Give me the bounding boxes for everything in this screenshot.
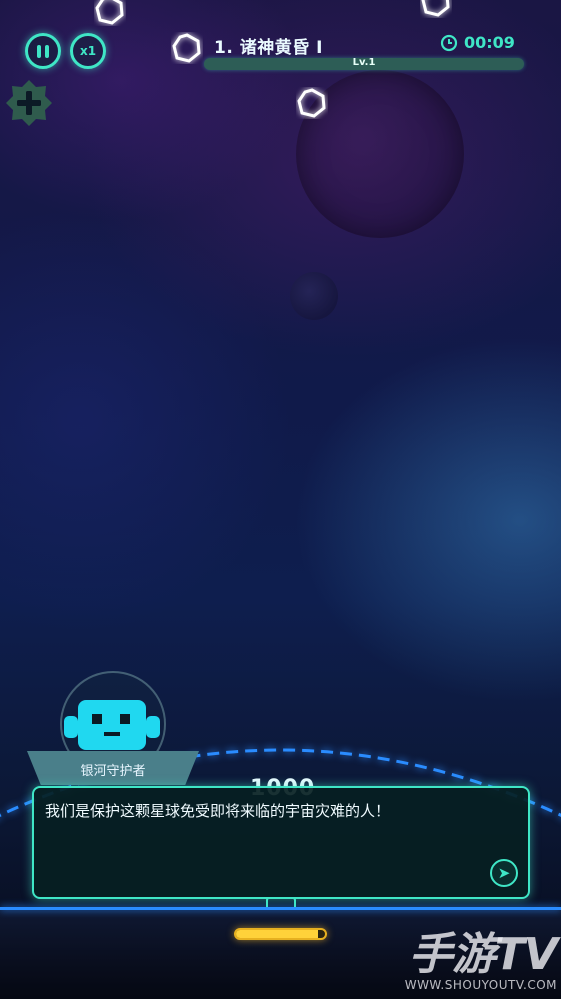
speaker-name: 银河守护者	[80, 764, 146, 779]
next-button[interactable]: ➤	[490, 859, 518, 887]
falling-block	[296, 87, 328, 119]
energy-bar	[234, 928, 327, 940]
arrow-right-icon: ➤	[497, 864, 511, 882]
speed-label: x1	[79, 44, 97, 58]
timer: 00:09	[440, 33, 515, 52]
pause-button[interactable]	[25, 33, 61, 69]
watermark-logo: 手游TV	[408, 929, 558, 980]
plus-icon	[6, 80, 52, 126]
energy-bar-fill	[236, 930, 318, 938]
dialog-text: 我们是保护这颗星球免受即将来临的宇宙灾难的人！	[45, 802, 391, 820]
pause-icon	[37, 44, 49, 58]
level-progress-bar: Lv.1	[204, 57, 524, 70]
watermark: 手游TV WWW.SHOUYOUTV.COM	[404, 918, 558, 992]
falling-block	[420, 0, 452, 18]
robot-icon	[64, 700, 160, 750]
dialog-box[interactable]: 我们是保护这颗星球免受即将来临的宇宙灾难的人！ ➤	[32, 786, 530, 899]
clock-icon	[440, 34, 458, 51]
falling-block	[171, 32, 203, 64]
level-bar-label: Lv.1	[352, 57, 376, 68]
background-moon	[290, 272, 338, 320]
speaker-tag: 银河守护者	[27, 751, 199, 785]
falling-block	[94, 0, 126, 26]
level-title: 1. 诸神黄昏 I	[214, 38, 323, 58]
watermark-url: WWW.SHOUYOUTV.COM	[404, 978, 557, 992]
speed-button[interactable]: x1	[70, 33, 106, 69]
add-button[interactable]	[4, 78, 54, 128]
ground-line	[0, 907, 561, 910]
timer-value: 00:09	[464, 33, 515, 52]
